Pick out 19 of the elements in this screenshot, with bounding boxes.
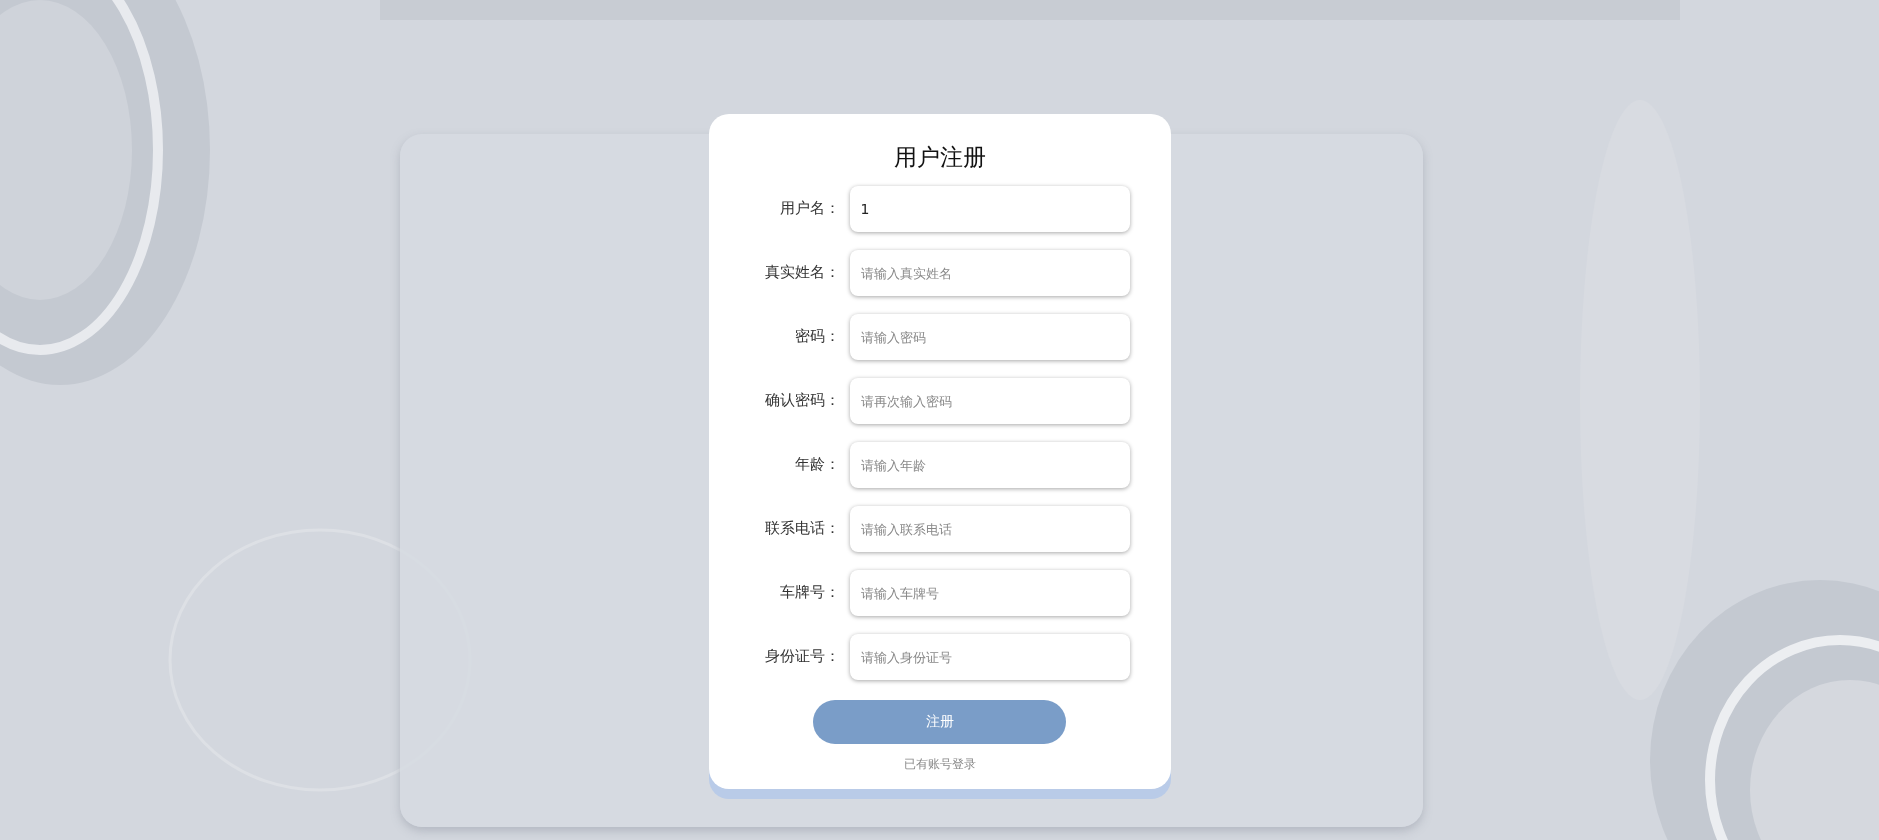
input-field[interactable]: 请输入真实姓名 xyxy=(849,249,1130,296)
field-label: 身份证号： xyxy=(763,647,840,667)
input-field[interactable]: 1 xyxy=(849,185,1130,232)
field-label: 用户名： xyxy=(778,199,840,219)
input-field[interactable]: 请输入联系电话 xyxy=(849,505,1130,552)
input-field[interactable]: 请再次输入密码 xyxy=(849,377,1130,424)
input-field[interactable]: 请输入车牌号 xyxy=(849,569,1130,616)
field-label: 联系电话： xyxy=(763,519,840,539)
field-label: 真实姓名： xyxy=(763,263,840,283)
input-field[interactable]: 请输入身份证号 xyxy=(849,633,1130,680)
register-button[interactable]: 注册 xyxy=(813,699,1066,744)
input-field[interactable]: 请输入密码 xyxy=(849,313,1130,360)
login-link[interactable]: 已有账号登录 xyxy=(903,755,976,773)
form-title: 用户注册 xyxy=(893,144,986,172)
field-label: 车牌号： xyxy=(778,583,840,603)
input-field[interactable]: 请输入年龄 xyxy=(849,441,1130,488)
field-label: 密码： xyxy=(793,327,840,347)
field-label: 确认密码： xyxy=(763,391,840,411)
field-label: 年龄： xyxy=(793,455,840,475)
